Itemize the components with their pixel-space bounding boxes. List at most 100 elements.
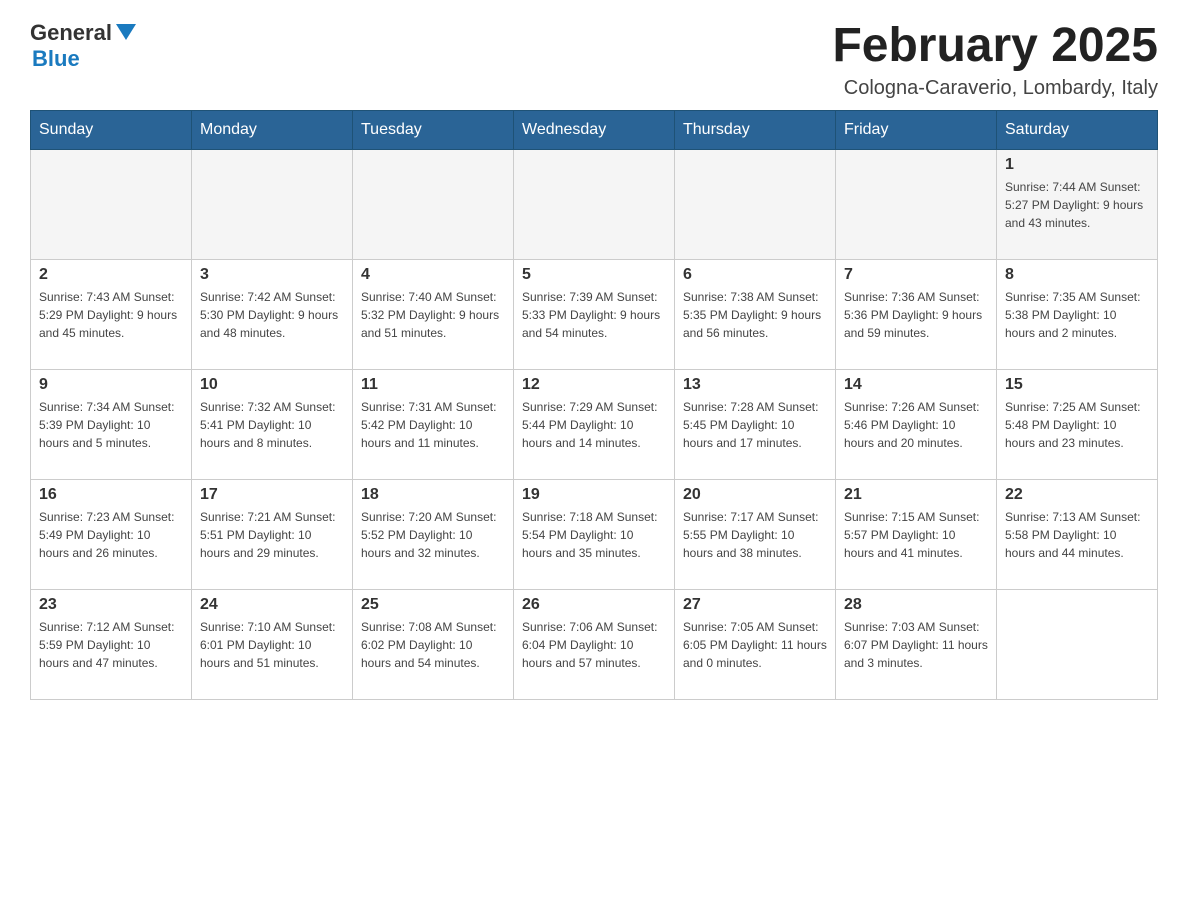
day-cell-2-2: 11 Sunrise: 7:31 AM Sunset: 5:42 PM Dayli…	[353, 369, 514, 479]
day-cell-3-1: 17 Sunrise: 7:21 AM Sunset: 5:51 PM Dayli…	[192, 479, 353, 589]
day-number: 1	[1005, 156, 1149, 174]
day-cell-2-0: 9Sunrise: 7:34 AM Sunset: 5:39 PM Daylig…	[31, 369, 192, 479]
day-info: Sunrise: 7:18 AM Sunset: 5:54 PM Dayligh…	[522, 508, 666, 562]
day-info: Sunrise: 7:29 AM Sunset: 5:44 PM Dayligh…	[522, 398, 666, 452]
week-row-1: 1 Sunrise: 7:44 AM Sunset: 5:27 PM Daylig…	[31, 149, 1158, 259]
day-number: 18	[361, 486, 505, 504]
day-info: Sunrise: 7:40 AM Sunset: 5:32 PM Dayligh…	[361, 288, 505, 342]
day-info: Sunrise: 7:43 AM Sunset: 5:29 PM Dayligh…	[39, 288, 183, 342]
week-row-4: 16 Sunrise: 7:23 AM Sunset: 5:49 PM Dayli…	[31, 479, 1158, 589]
day-cell-1-2: 4 Sunrise: 7:40 AM Sunset: 5:32 PM Daylig…	[353, 259, 514, 369]
day-info: Sunrise: 7:17 AM Sunset: 5:55 PM Dayligh…	[683, 508, 827, 562]
month-title: February 2025	[832, 20, 1158, 73]
day-number: 8	[1005, 266, 1149, 284]
day-number: 2	[39, 266, 183, 284]
day-info: Sunrise: 7:42 AM Sunset: 5:30 PM Dayligh…	[200, 288, 344, 342]
day-info: Sunrise: 7:05 AM Sunset: 6:05 PM Dayligh…	[683, 618, 827, 672]
day-number: 17	[200, 486, 344, 504]
logo: General Blue	[30, 20, 136, 72]
day-number: 10	[200, 376, 344, 394]
day-number: 24	[200, 596, 344, 614]
logo-triangle-icon	[116, 24, 136, 40]
day-info: Sunrise: 7:35 AM Sunset: 5:38 PM Dayligh…	[1005, 288, 1149, 342]
day-number: 14	[844, 376, 988, 394]
day-number: 15	[1005, 376, 1149, 394]
day-cell-1-4: 6 Sunrise: 7:38 AM Sunset: 5:35 PM Daylig…	[675, 259, 836, 369]
day-info: Sunrise: 7:23 AM Sunset: 5:49 PM Dayligh…	[39, 508, 183, 562]
header-monday: Monday	[192, 110, 353, 149]
day-number: 23	[39, 596, 183, 614]
day-cell-4-6	[997, 589, 1158, 699]
day-info: Sunrise: 7:15 AM Sunset: 5:57 PM Dayligh…	[844, 508, 988, 562]
day-cell-0-6: 1 Sunrise: 7:44 AM Sunset: 5:27 PM Daylig…	[997, 149, 1158, 259]
day-number: 25	[361, 596, 505, 614]
day-info: Sunrise: 7:10 AM Sunset: 6:01 PM Dayligh…	[200, 618, 344, 672]
day-cell-3-0: 16 Sunrise: 7:23 AM Sunset: 5:49 PM Dayli…	[31, 479, 192, 589]
day-cell-4-2: 25 Sunrise: 7:08 AM Sunset: 6:02 PM Dayli…	[353, 589, 514, 699]
title-section: February 2025 Cologna-Caraverio, Lombard…	[832, 20, 1158, 100]
day-cell-0-5	[836, 149, 997, 259]
day-info: Sunrise: 7:39 AM Sunset: 5:33 PM Dayligh…	[522, 288, 666, 342]
day-cell-3-4: 20 Sunrise: 7:17 AM Sunset: 5:55 PM Dayli…	[675, 479, 836, 589]
day-number: 28	[844, 596, 988, 614]
day-cell-0-0	[31, 149, 192, 259]
day-cell-1-5: 7Sunrise: 7:36 AM Sunset: 5:36 PM Daylig…	[836, 259, 997, 369]
header-saturday: Saturday	[997, 110, 1158, 149]
day-number: 20	[683, 486, 827, 504]
day-info: Sunrise: 7:34 AM Sunset: 5:39 PM Dayligh…	[39, 398, 183, 452]
day-number: 27	[683, 596, 827, 614]
location-subtitle: Cologna-Caraverio, Lombardy, Italy	[832, 77, 1158, 100]
day-number: 4	[361, 266, 505, 284]
calendar-table: Sunday Monday Tuesday Wednesday Thursday…	[30, 110, 1158, 700]
day-cell-4-1: 24 Sunrise: 7:10 AM Sunset: 6:01 PM Dayli…	[192, 589, 353, 699]
day-number: 6	[683, 266, 827, 284]
week-row-5: 23 Sunrise: 7:12 AM Sunset: 5:59 PM Dayli…	[31, 589, 1158, 699]
day-cell-3-5: 21 Sunrise: 7:15 AM Sunset: 5:57 PM Dayli…	[836, 479, 997, 589]
logo-text-general: General	[30, 20, 112, 46]
day-cell-1-1: 3 Sunrise: 7:42 AM Sunset: 5:30 PM Daylig…	[192, 259, 353, 369]
day-cell-3-2: 18Sunrise: 7:20 AM Sunset: 5:52 PM Dayli…	[353, 479, 514, 589]
page-header: General Blue February 2025 Cologna-Carav…	[30, 20, 1158, 100]
day-info: Sunrise: 7:32 AM Sunset: 5:41 PM Dayligh…	[200, 398, 344, 452]
day-cell-4-3: 26 Sunrise: 7:06 AM Sunset: 6:04 PM Dayli…	[514, 589, 675, 699]
day-number: 19	[522, 486, 666, 504]
day-info: Sunrise: 7:26 AM Sunset: 5:46 PM Dayligh…	[844, 398, 988, 452]
logo-text-blue: Blue	[32, 46, 80, 72]
day-number: 26	[522, 596, 666, 614]
header-sunday: Sunday	[31, 110, 192, 149]
day-info: Sunrise: 7:44 AM Sunset: 5:27 PM Dayligh…	[1005, 178, 1149, 232]
day-info: Sunrise: 7:06 AM Sunset: 6:04 PM Dayligh…	[522, 618, 666, 672]
day-info: Sunrise: 7:38 AM Sunset: 5:35 PM Dayligh…	[683, 288, 827, 342]
day-info: Sunrise: 7:28 AM Sunset: 5:45 PM Dayligh…	[683, 398, 827, 452]
weekday-header-row: Sunday Monday Tuesday Wednesday Thursday…	[31, 110, 1158, 149]
day-cell-2-3: 12Sunrise: 7:29 AM Sunset: 5:44 PM Dayli…	[514, 369, 675, 479]
day-cell-3-3: 19 Sunrise: 7:18 AM Sunset: 5:54 PM Dayli…	[514, 479, 675, 589]
day-cell-2-4: 13 Sunrise: 7:28 AM Sunset: 5:45 PM Dayli…	[675, 369, 836, 479]
day-number: 21	[844, 486, 988, 504]
day-info: Sunrise: 7:21 AM Sunset: 5:51 PM Dayligh…	[200, 508, 344, 562]
day-info: Sunrise: 7:08 AM Sunset: 6:02 PM Dayligh…	[361, 618, 505, 672]
week-row-2: 2 Sunrise: 7:43 AM Sunset: 5:29 PM Daylig…	[31, 259, 1158, 369]
day-number: 22	[1005, 486, 1149, 504]
header-thursday: Thursday	[675, 110, 836, 149]
day-cell-3-6: 22Sunrise: 7:13 AM Sunset: 5:58 PM Dayli…	[997, 479, 1158, 589]
day-cell-2-6: 15 Sunrise: 7:25 AM Sunset: 5:48 PM Dayli…	[997, 369, 1158, 479]
day-number: 3	[200, 266, 344, 284]
day-info: Sunrise: 7:31 AM Sunset: 5:42 PM Dayligh…	[361, 398, 505, 452]
day-info: Sunrise: 7:12 AM Sunset: 5:59 PM Dayligh…	[39, 618, 183, 672]
header-wednesday: Wednesday	[514, 110, 675, 149]
header-tuesday: Tuesday	[353, 110, 514, 149]
day-cell-4-4: 27 Sunrise: 7:05 AM Sunset: 6:05 PM Dayli…	[675, 589, 836, 699]
day-number: 7	[844, 266, 988, 284]
day-cell-1-0: 2 Sunrise: 7:43 AM Sunset: 5:29 PM Daylig…	[31, 259, 192, 369]
day-number: 13	[683, 376, 827, 394]
day-cell-4-5: 28 Sunrise: 7:03 AM Sunset: 6:07 PM Dayli…	[836, 589, 997, 699]
day-number: 5	[522, 266, 666, 284]
day-cell-0-4	[675, 149, 836, 259]
day-number: 11	[361, 376, 505, 394]
day-info: Sunrise: 7:03 AM Sunset: 6:07 PM Dayligh…	[844, 618, 988, 672]
day-number: 16	[39, 486, 183, 504]
day-cell-0-3	[514, 149, 675, 259]
day-cell-1-3: 5 Sunrise: 7:39 AM Sunset: 5:33 PM Daylig…	[514, 259, 675, 369]
day-info: Sunrise: 7:25 AM Sunset: 5:48 PM Dayligh…	[1005, 398, 1149, 452]
